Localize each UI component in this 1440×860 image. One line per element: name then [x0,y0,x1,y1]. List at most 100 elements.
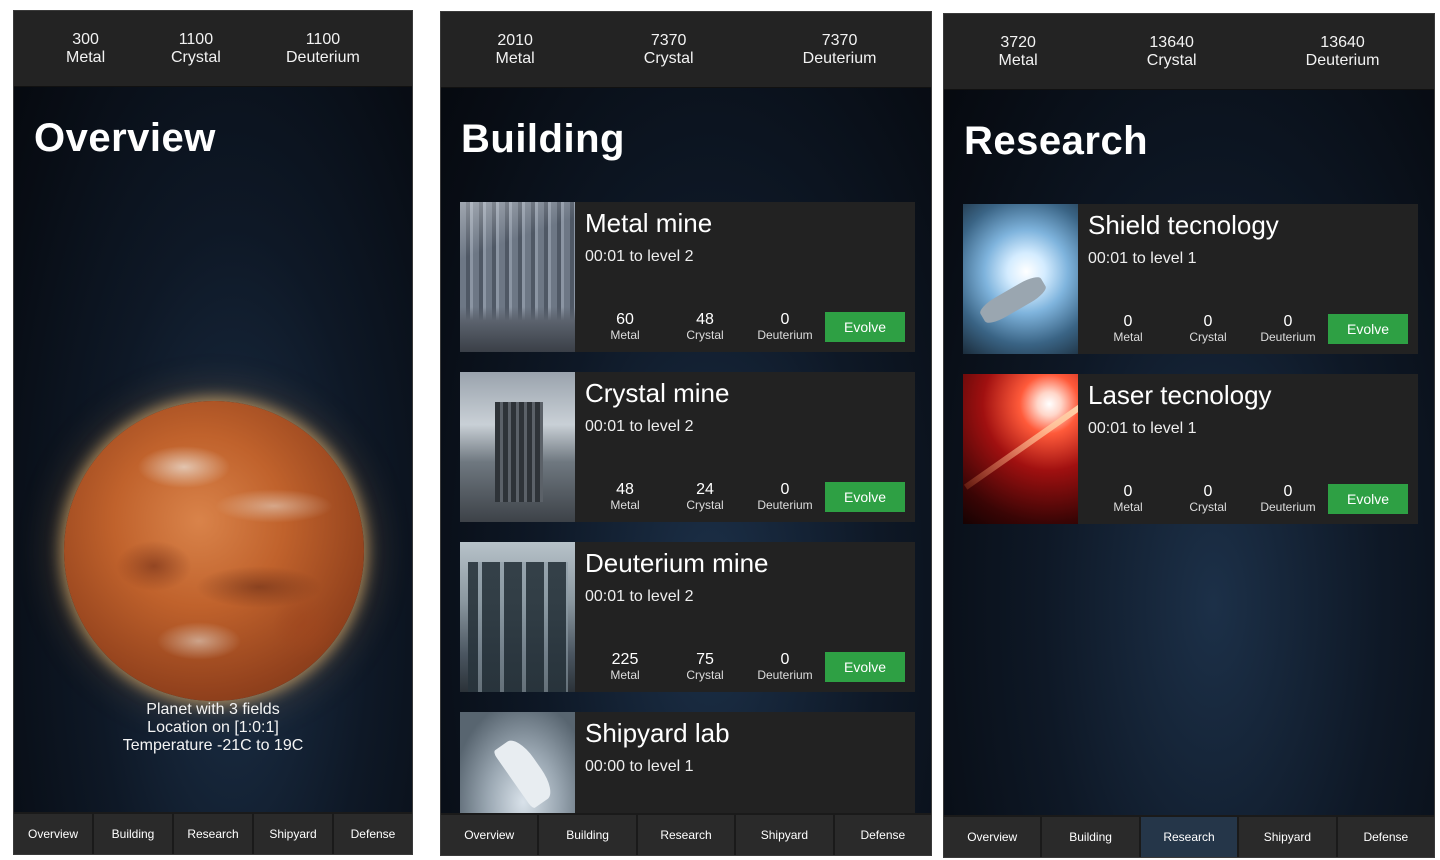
crystal-label: Crystal [1146,51,1197,69]
cost-label: Metal [610,668,640,682]
cost-label: Metal [610,328,640,342]
tab-defense[interactable]: Defense [834,815,931,855]
cost-metal: 225 Metal [585,651,665,683]
card-time: 00:01 to level 2 [585,248,694,265]
evolve-button[interactable]: Evolve [825,652,905,682]
tab-research[interactable]: Research [1140,817,1240,857]
cost-label: Crystal [686,328,724,342]
metal-resource: 300 Metal [66,31,105,67]
tab-research[interactable]: Research [637,815,737,855]
crystal-amount: 7370 [650,31,687,49]
bottom-nav: Overview Building Research Shipyard Defe… [14,812,412,854]
tab-research[interactable]: Research [174,814,254,854]
card-title: Shield tecnology [1088,210,1279,240]
metal-amount: 3720 [1000,33,1036,51]
crystal-resource: 7370 Crystal [644,32,694,68]
cost-deuterium: 0 Deuterium [745,652,825,683]
building-screen: 2010 Metal 7370 Crystal 7370 Deuterium B… [440,11,932,856]
cost-label: Crystal [1189,330,1227,344]
deuterium-label: Deuterium [286,48,360,66]
cost-value: 0 [1123,313,1133,330]
cost-crystal: 75 Crystal [665,652,745,683]
crystal-label: Crystal [643,49,694,67]
planet-image[interactable] [64,401,364,701]
cost-value: 0 [780,311,790,328]
cost-crystal: 0 Crystal [1168,483,1248,515]
card-time: 00:00 to level 1 [585,758,694,775]
tab-building[interactable]: Building [94,814,174,854]
cost-metal: 60 Metal [585,311,665,343]
tab-overview[interactable]: Overview [14,814,94,854]
research-card-shield: Shield tecnology 00:01 to level 1 0 Metal… [963,204,1418,354]
crystal-label: Crystal [171,48,221,66]
tab-shipyard[interactable]: Shipyard [736,815,835,855]
cost-label: Deuterium [1260,330,1316,344]
cost-metal: 0 Metal [1088,313,1168,345]
evolve-button[interactable]: Evolve [1328,314,1408,344]
evolve-button[interactable]: Evolve [1328,484,1408,514]
tab-defense[interactable]: Defense [334,814,412,854]
cost-value: 225 [611,651,639,668]
cost-deuterium: 0 Deuterium [745,481,825,513]
cost-value: 60 [616,311,634,328]
cost-label: Metal [610,498,640,512]
crystal-amount: 13640 [1149,33,1194,51]
deuterium-label: Deuterium [802,49,877,67]
cost-label: Crystal [1189,500,1227,514]
crystal-resource: 13640 Crystal [1147,34,1197,70]
cost-deuterium: 0 Deuterium [1248,314,1328,345]
cost-label: Deuterium [757,328,813,342]
cost-metal: 0 Metal [1088,484,1168,515]
tab-shipyard[interactable]: Shipyard [254,814,334,854]
page-title: Research [964,119,1149,163]
planet-temperature: Temperature -21C to 19C [122,737,304,754]
cost-crystal: 48 Crystal [665,311,745,343]
tab-overview[interactable]: Overview [944,817,1043,857]
deuterium-resource: 7370 Deuterium [803,32,877,68]
research-screen: 3720 Metal 13640 Crystal 13640 Deuterium… [943,13,1435,858]
page-title: Building [461,117,625,161]
cost-value: 48 [616,481,634,498]
building-card-deuterium-mine: Deuterium mine 00:01 to level 2 225 Metal… [460,542,915,692]
deuterium-amount: 1100 [305,30,341,48]
planet-location: Location on [1:0:1] [147,719,279,736]
cost-label: Deuterium [757,498,813,512]
resource-bar: 300 Metal 1100 Crystal 1100 Deuterium [14,11,412,87]
shield-technology-image [963,204,1078,354]
card-title: Laser tecnology [1088,380,1272,410]
tab-shipyard[interactable]: Shipyard [1239,817,1338,857]
tab-overview[interactable]: Overview [441,815,540,855]
cost-label: Crystal [686,498,724,512]
metal-amount: 300 [72,30,99,48]
research-card-laser: Laser tecnology 00:01 to level 1 0 Metal … [963,374,1418,524]
cost-label: Deuterium [757,668,813,682]
bottom-nav: Overview Building Research Shipyard Defe… [944,815,1434,857]
tab-building[interactable]: Building [539,815,638,855]
bottom-nav: Overview Building Research Shipyard Defe… [441,813,931,855]
metal-label: Metal [998,51,1038,69]
card-title: Metal mine [585,208,713,238]
metal-label: Metal [66,48,106,66]
deuterium-amount: 7370 [821,31,858,49]
deuterium-mine-image [460,542,575,692]
cost-label: Crystal [686,668,724,682]
crystal-resource: 1100 Crystal [171,31,221,67]
card-time: 00:01 to level 2 [585,418,694,435]
evolve-button[interactable]: Evolve [825,482,905,512]
deuterium-resource: 13640 Deuterium [1306,34,1380,70]
card-time: 00:01 to level 2 [585,588,694,605]
cost-crystal: 24 Crystal [665,482,745,513]
cost-deuterium: 0 Deuterium [1248,484,1328,515]
card-title: Shipyard lab [585,718,730,748]
cost-value: 48 [696,311,714,328]
tab-defense[interactable]: Defense [1337,817,1434,857]
planet-fields: Planet with 3 fields [146,701,280,718]
cost-value: 0 [780,481,790,498]
cost-value: 0 [1203,313,1213,330]
card-title: Crystal mine [585,378,730,408]
evolve-button[interactable]: Evolve [825,312,905,342]
tab-building[interactable]: Building [1042,817,1141,857]
cost-value: 0 [1203,483,1213,500]
crystal-mine-image [460,372,575,522]
metal-amount: 2010 [497,31,533,49]
